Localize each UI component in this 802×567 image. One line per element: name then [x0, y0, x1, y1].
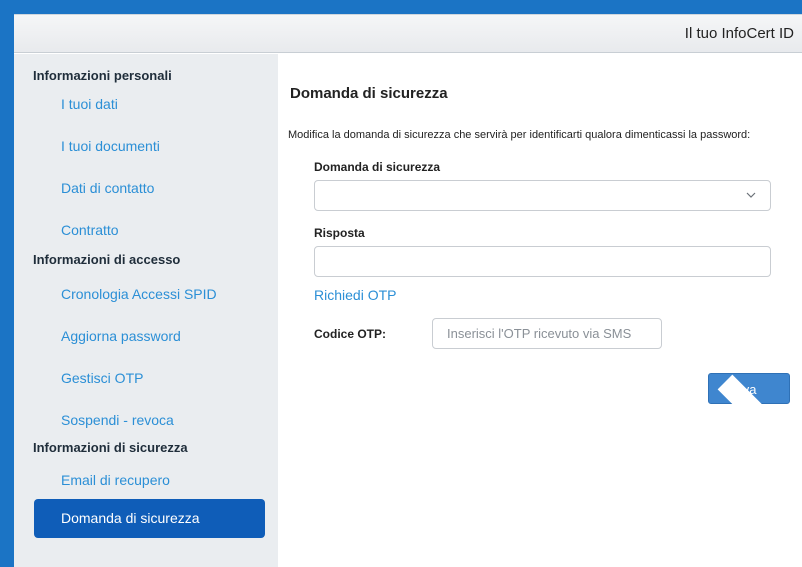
request-otp-link[interactable]: Richiedi OTP: [314, 287, 396, 303]
main-content: Domanda di sicurezza Modifica la domanda…: [278, 54, 802, 567]
sidebar-section-security: Informazioni di sicurezza: [33, 440, 188, 455]
save-button[interactable]: Salva: [708, 373, 790, 470]
sidebar: Informazioni personali I tuoi dati I tuo…: [14, 54, 278, 567]
sidebar-item-gestisci-otp[interactable]: Gestisci OTP: [61, 370, 143, 386]
sidebar-item-contratto[interactable]: Contratto: [61, 222, 119, 238]
answer-input[interactable]: [314, 246, 771, 277]
sidebar-item-cronologia-accessi-spid[interactable]: Cronologia Accessi SPID: [61, 286, 217, 302]
sidebar-item-aggiorna-password[interactable]: Aggiorna password: [61, 328, 181, 344]
sidebar-item-dati-di-contatto[interactable]: Dati di contatto: [61, 180, 154, 196]
security-question-select[interactable]: [314, 180, 771, 211]
sidebar-item-i-tuoi-dati[interactable]: I tuoi dati: [61, 96, 118, 112]
chevron-down-icon: [746, 192, 756, 198]
otp-code-input[interactable]: [432, 318, 662, 349]
sidebar-item-i-tuoi-documenti[interactable]: I tuoi documenti: [61, 138, 160, 154]
sidebar-item-email-di-recupero[interactable]: Email di recupero: [61, 472, 170, 488]
otp-code-label: Codice OTP:: [314, 327, 387, 341]
answer-label: Risposta: [314, 226, 365, 240]
sidebar-item-sospendi-revoca[interactable]: Sospendi - revoca: [61, 412, 174, 428]
app-window: Il tuo InfoCert ID Informazioni personal…: [14, 14, 802, 567]
question-label: Domanda di sicurezza: [314, 160, 441, 174]
sidebar-section-personal: Informazioni personali: [33, 68, 172, 83]
page-description: Modifica la domanda di sicurezza che ser…: [288, 129, 751, 141]
top-bar: Il tuo InfoCert ID: [14, 15, 802, 53]
sidebar-item-label: Domanda di sicurezza: [61, 510, 200, 526]
sidebar-section-access: Informazioni di accesso: [33, 252, 181, 267]
sidebar-item-domanda-di-sicurezza[interactable]: Domanda di sicurezza: [34, 499, 265, 538]
save-button-label: Salva: [724, 382, 757, 397]
brand-title: Il tuo InfoCert ID: [684, 25, 794, 42]
page-title: Domanda di sicurezza: [290, 85, 448, 102]
